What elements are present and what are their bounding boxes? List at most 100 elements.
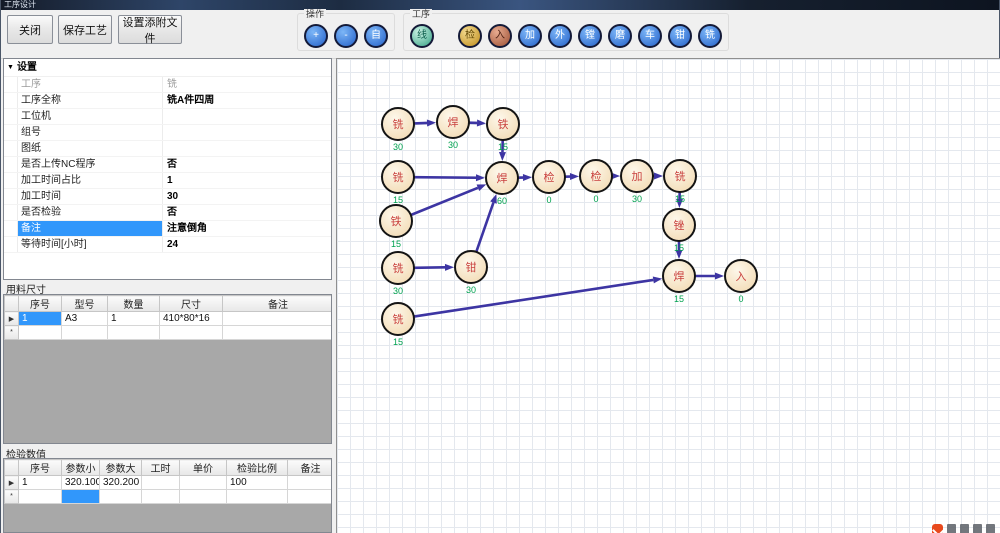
- set-attachment-button[interactable]: 设置添附文件: [118, 15, 182, 44]
- table-cell[interactable]: [100, 490, 142, 504]
- column-header[interactable]: 序号: [19, 296, 62, 312]
- property-value[interactable]: [163, 125, 331, 140]
- property-label: 工位机: [18, 109, 163, 124]
- process-line-button[interactable]: 线: [410, 24, 434, 48]
- table-cell[interactable]: [62, 490, 100, 504]
- node-weld[interactable]: 焊30: [437, 106, 469, 150]
- process-diagram-canvas[interactable]: 铣30焊30铁15铣15焊60检0检0加30铣15锉15铁15铣30钳30焊15…: [336, 58, 1000, 533]
- property-row[interactable]: 备注注意倒角: [4, 221, 331, 237]
- op-auto-button[interactable]: 自: [364, 24, 388, 48]
- table-cell[interactable]: 320.100: [62, 476, 100, 490]
- table-cell[interactable]: 410*80*16: [160, 312, 223, 326]
- property-row[interactable]: 等待时间[小时]24: [4, 237, 331, 253]
- property-row[interactable]: 工位机: [4, 109, 331, 125]
- column-header[interactable]: 检验比例: [227, 460, 288, 476]
- node-file[interactable]: 锉15: [663, 209, 695, 253]
- column-header[interactable]: 参数大: [100, 460, 142, 476]
- op-minus-button[interactable]: -: [334, 24, 358, 48]
- column-header[interactable]: 序号: [19, 460, 62, 476]
- table-cell[interactable]: 100: [227, 476, 288, 490]
- column-header[interactable]: 参数小: [62, 460, 100, 476]
- node-mill[interactable]: 铣15: [664, 160, 696, 204]
- table-cell[interactable]: [180, 476, 227, 490]
- property-value[interactable]: 否: [163, 205, 331, 220]
- row-selector[interactable]: ▶: [5, 476, 19, 490]
- table-cell[interactable]: [142, 476, 180, 490]
- node-mill[interactable]: 铣30: [382, 108, 414, 152]
- process-fitter-button[interactable]: 钳: [668, 24, 692, 48]
- table-cell[interactable]: [223, 312, 333, 326]
- property-row[interactable]: 图纸: [4, 141, 331, 157]
- process-grind-button[interactable]: 磨: [608, 24, 632, 48]
- property-value[interactable]: 注意倒角: [163, 221, 331, 236]
- process-outsource-button[interactable]: 外: [548, 24, 572, 48]
- node-time: 15: [393, 337, 403, 347]
- table-cell[interactable]: 1: [108, 312, 160, 326]
- node-fitter[interactable]: 钳30: [455, 251, 487, 295]
- table-cell[interactable]: [19, 490, 62, 504]
- close-button[interactable]: 关闭: [7, 15, 53, 44]
- column-header[interactable]: 尺寸: [160, 296, 223, 312]
- node-iron[interactable]: 铁15: [380, 205, 412, 249]
- node-inspect[interactable]: 检0: [533, 161, 565, 205]
- property-value[interactable]: 否: [163, 157, 331, 172]
- node-machine[interactable]: 加30: [621, 160, 653, 204]
- table-cell[interactable]: [180, 490, 227, 504]
- node-mill[interactable]: 铣30: [382, 252, 414, 296]
- property-row[interactable]: 组号: [4, 125, 331, 141]
- property-value[interactable]: 铣: [163, 77, 331, 92]
- row-selector[interactable]: ▶: [5, 312, 19, 326]
- process-mill-button[interactable]: 铣: [698, 24, 722, 48]
- table-cell[interactable]: [62, 326, 108, 340]
- table-cell[interactable]: [142, 490, 180, 504]
- node-inspect[interactable]: 检0: [580, 160, 612, 204]
- save-process-button[interactable]: 保存工艺: [58, 15, 112, 44]
- table-cell[interactable]: [288, 476, 333, 490]
- column-header[interactable]: 备注: [288, 460, 333, 476]
- op-plus-button[interactable]: +: [304, 24, 328, 48]
- node-weld[interactable]: 焊60: [486, 162, 518, 206]
- property-value[interactable]: 1: [163, 173, 331, 188]
- table-cell[interactable]: 320.200: [100, 476, 142, 490]
- process-store-in-button[interactable]: 入: [488, 24, 512, 48]
- column-header[interactable]: 备注: [223, 296, 333, 312]
- node-iron[interactable]: 铁15: [487, 108, 519, 152]
- process-lathe-button[interactable]: 车: [638, 24, 662, 48]
- property-value[interactable]: 铣A件四周: [163, 93, 331, 108]
- table-cell[interactable]: [288, 490, 333, 504]
- process-boring-button[interactable]: 镗: [578, 24, 602, 48]
- column-header[interactable]: 型号: [62, 296, 108, 312]
- row-selector[interactable]: *: [5, 490, 19, 504]
- table-cell[interactable]: [227, 490, 288, 504]
- node-mill[interactable]: 铣15: [382, 161, 414, 205]
- property-row[interactable]: 是否检验否: [4, 205, 331, 221]
- window-title-bar[interactable]: 工序设计: [1, 0, 999, 10]
- table-cell[interactable]: 1: [19, 312, 62, 326]
- table-cell[interactable]: [160, 326, 223, 340]
- process-inspect-button[interactable]: 检: [458, 24, 482, 48]
- column-header[interactable]: 单价: [180, 460, 227, 476]
- column-header[interactable]: 数量: [108, 296, 160, 312]
- table-cell[interactable]: A3: [62, 312, 108, 326]
- settings-category-header[interactable]: ▼设置: [4, 59, 331, 77]
- property-value[interactable]: 24: [163, 237, 331, 252]
- table-cell[interactable]: [108, 326, 160, 340]
- property-row[interactable]: 工序全称铣A件四周: [4, 93, 331, 109]
- node-time: 0: [546, 195, 551, 205]
- table-cell[interactable]: 1: [19, 476, 62, 490]
- row-selector[interactable]: *: [5, 326, 19, 340]
- property-row[interactable]: 加工时间30: [4, 189, 331, 205]
- property-value[interactable]: [163, 109, 331, 124]
- property-value[interactable]: 30: [163, 189, 331, 204]
- property-value[interactable]: [163, 141, 331, 156]
- property-row[interactable]: 是否上传NC程序否: [4, 157, 331, 173]
- table-cell[interactable]: [223, 326, 333, 340]
- process-machine-button[interactable]: 加: [518, 24, 542, 48]
- table-cell[interactable]: [19, 326, 62, 340]
- node-mill[interactable]: 铣15: [382, 303, 414, 347]
- property-row[interactable]: 工序铣: [4, 77, 331, 93]
- node-weld[interactable]: 焊15: [663, 260, 695, 304]
- column-header[interactable]: 工时: [142, 460, 180, 476]
- node-store-in[interactable]: 入0: [725, 260, 757, 304]
- property-row[interactable]: 加工时间占比1: [4, 173, 331, 189]
